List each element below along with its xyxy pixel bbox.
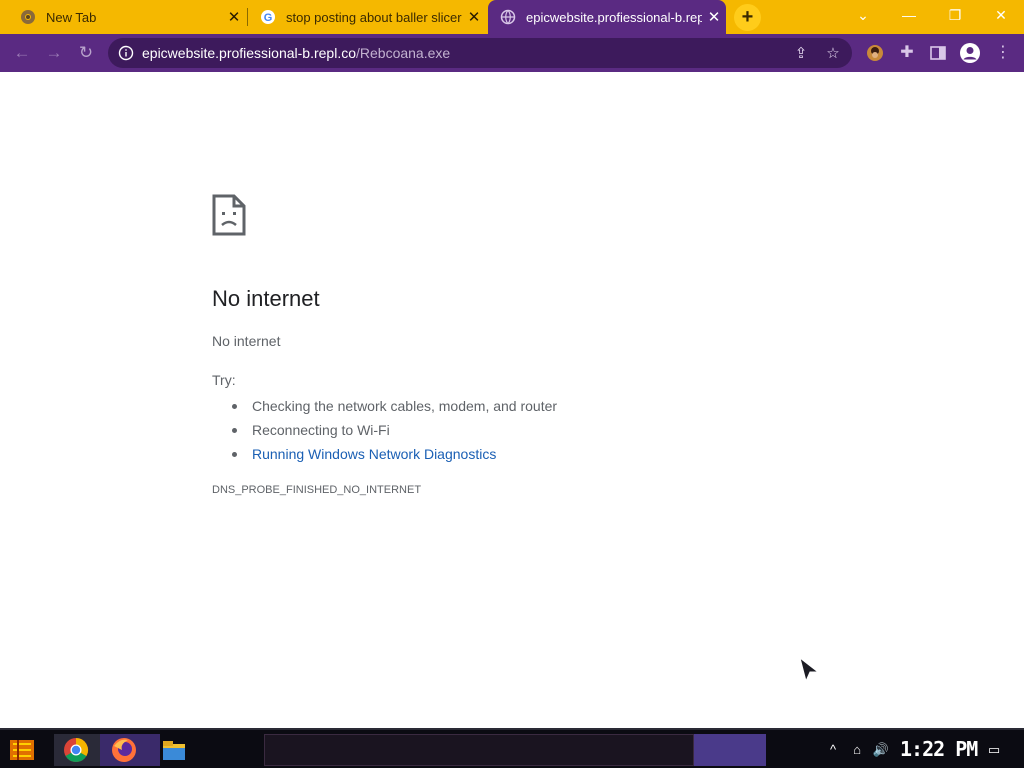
clock[interactable]: 1:22 PM (900, 737, 978, 761)
svg-text:G: G (264, 12, 273, 24)
tab-title: New Tab (46, 9, 97, 25)
mouse-cursor-icon (799, 657, 819, 683)
browser-toolbar: ← → ↻ epicwebsite.profiessional-b.repl.c… (0, 34, 1024, 72)
google-icon: G (261, 10, 275, 24)
error-heading: No internet (212, 286, 320, 311)
bullet-dot (232, 427, 237, 433)
bookmark-star-icon[interactable]: ☆ (824, 45, 842, 63)
extensions-puzzle-icon[interactable]: ✚ (896, 42, 918, 64)
profile-icon[interactable] (959, 42, 981, 64)
tab-new-tab[interactable]: New Tab ✕ (8, 0, 246, 34)
url-path: /Rebcoana.exe (356, 45, 451, 61)
volume-icon[interactable]: 🔊 (872, 741, 890, 759)
close-tab-icon[interactable]: ✕ (462, 8, 486, 26)
error-page: No internet No internet Try: Checking th… (0, 72, 1024, 728)
network-diagnostics-link[interactable]: Running Windows Network Diagnostics (232, 442, 557, 466)
taskbar: ^ ⌂ 🔊 1:22 PM ▭ (0, 728, 1024, 768)
restore-icon[interactable]: ❐ (932, 0, 978, 30)
firefox-icon[interactable] (110, 736, 138, 764)
suggestion-text: Checking the network cables, modem, and … (252, 398, 558, 414)
chrome-icon[interactable] (62, 736, 90, 764)
minimize-icon[interactable]: — (886, 0, 932, 30)
taskbar-wallpaper-strip (264, 734, 694, 766)
forward-icon[interactable]: → (42, 41, 66, 65)
tab-title: stop posting about baller slicer (286, 9, 462, 25)
bullet-dot (232, 451, 237, 457)
chrome-icon (21, 10, 35, 24)
tab-google-search[interactable]: G stop posting about baller slicer ✕ (248, 0, 486, 34)
network-icon[interactable]: ⌂ (848, 741, 866, 759)
diagnostics-link-text[interactable]: Running Windows Network Diagnostics (252, 446, 496, 462)
tab-title: epicwebsite.profiessional-b.repl (526, 9, 702, 25)
list-item: Checking the network cables, modem, and … (232, 394, 557, 418)
url-text[interactable]: epicwebsite.profiessional-b.repl.co/Rebc… (142, 45, 450, 61)
file-explorer-icon[interactable] (160, 736, 188, 764)
list-item: Reconnecting to Wi-Fi (232, 418, 557, 442)
new-tab-button[interactable]: + (734, 4, 761, 31)
sad-page-icon (212, 194, 246, 236)
side-panel-icon[interactable] (927, 42, 949, 64)
close-window-icon[interactable]: ✕ (978, 0, 1024, 30)
share-icon[interactable]: ⇪ (792, 45, 810, 63)
reload-icon[interactable]: ↻ (74, 41, 98, 65)
back-icon[interactable]: ← (10, 41, 34, 65)
suggestion-text: Reconnecting to Wi-Fi (252, 422, 390, 438)
tray-overflow-icon[interactable]: ^ (824, 741, 842, 759)
error-code: DNS_PROBE_FINISHED_NO_INTERNET (212, 484, 422, 496)
url-host: epicwebsite.profiessional-b.repl.co (142, 45, 356, 61)
menu-kebab-icon[interactable]: ⋮ (992, 42, 1014, 64)
tab-strip: New Tab ✕ G stop posting about baller sl… (0, 0, 1024, 34)
taskbar-decor (694, 734, 766, 766)
suggestion-list: Checking the network cables, modem, and … (232, 394, 557, 466)
globe-icon (500, 9, 516, 25)
start-icon[interactable] (8, 736, 36, 764)
tab-search-icon[interactable]: ⌄ (840, 0, 886, 30)
address-bar[interactable]: epicwebsite.profiessional-b.repl.co/Rebc… (108, 38, 852, 68)
tab-epicwebsite[interactable]: epicwebsite.profiessional-b.repl ✕ (488, 0, 726, 34)
close-tab-icon[interactable]: ✕ (222, 8, 246, 26)
close-tab-icon[interactable]: ✕ (702, 8, 726, 26)
site-info-icon[interactable] (118, 45, 134, 61)
bullet-dot (232, 403, 237, 409)
notifications-icon[interactable]: ▭ (984, 741, 1004, 759)
extension-avatar-icon[interactable] (864, 42, 886, 64)
error-subheading: No internet (212, 333, 281, 349)
try-label: Try: (212, 372, 236, 388)
